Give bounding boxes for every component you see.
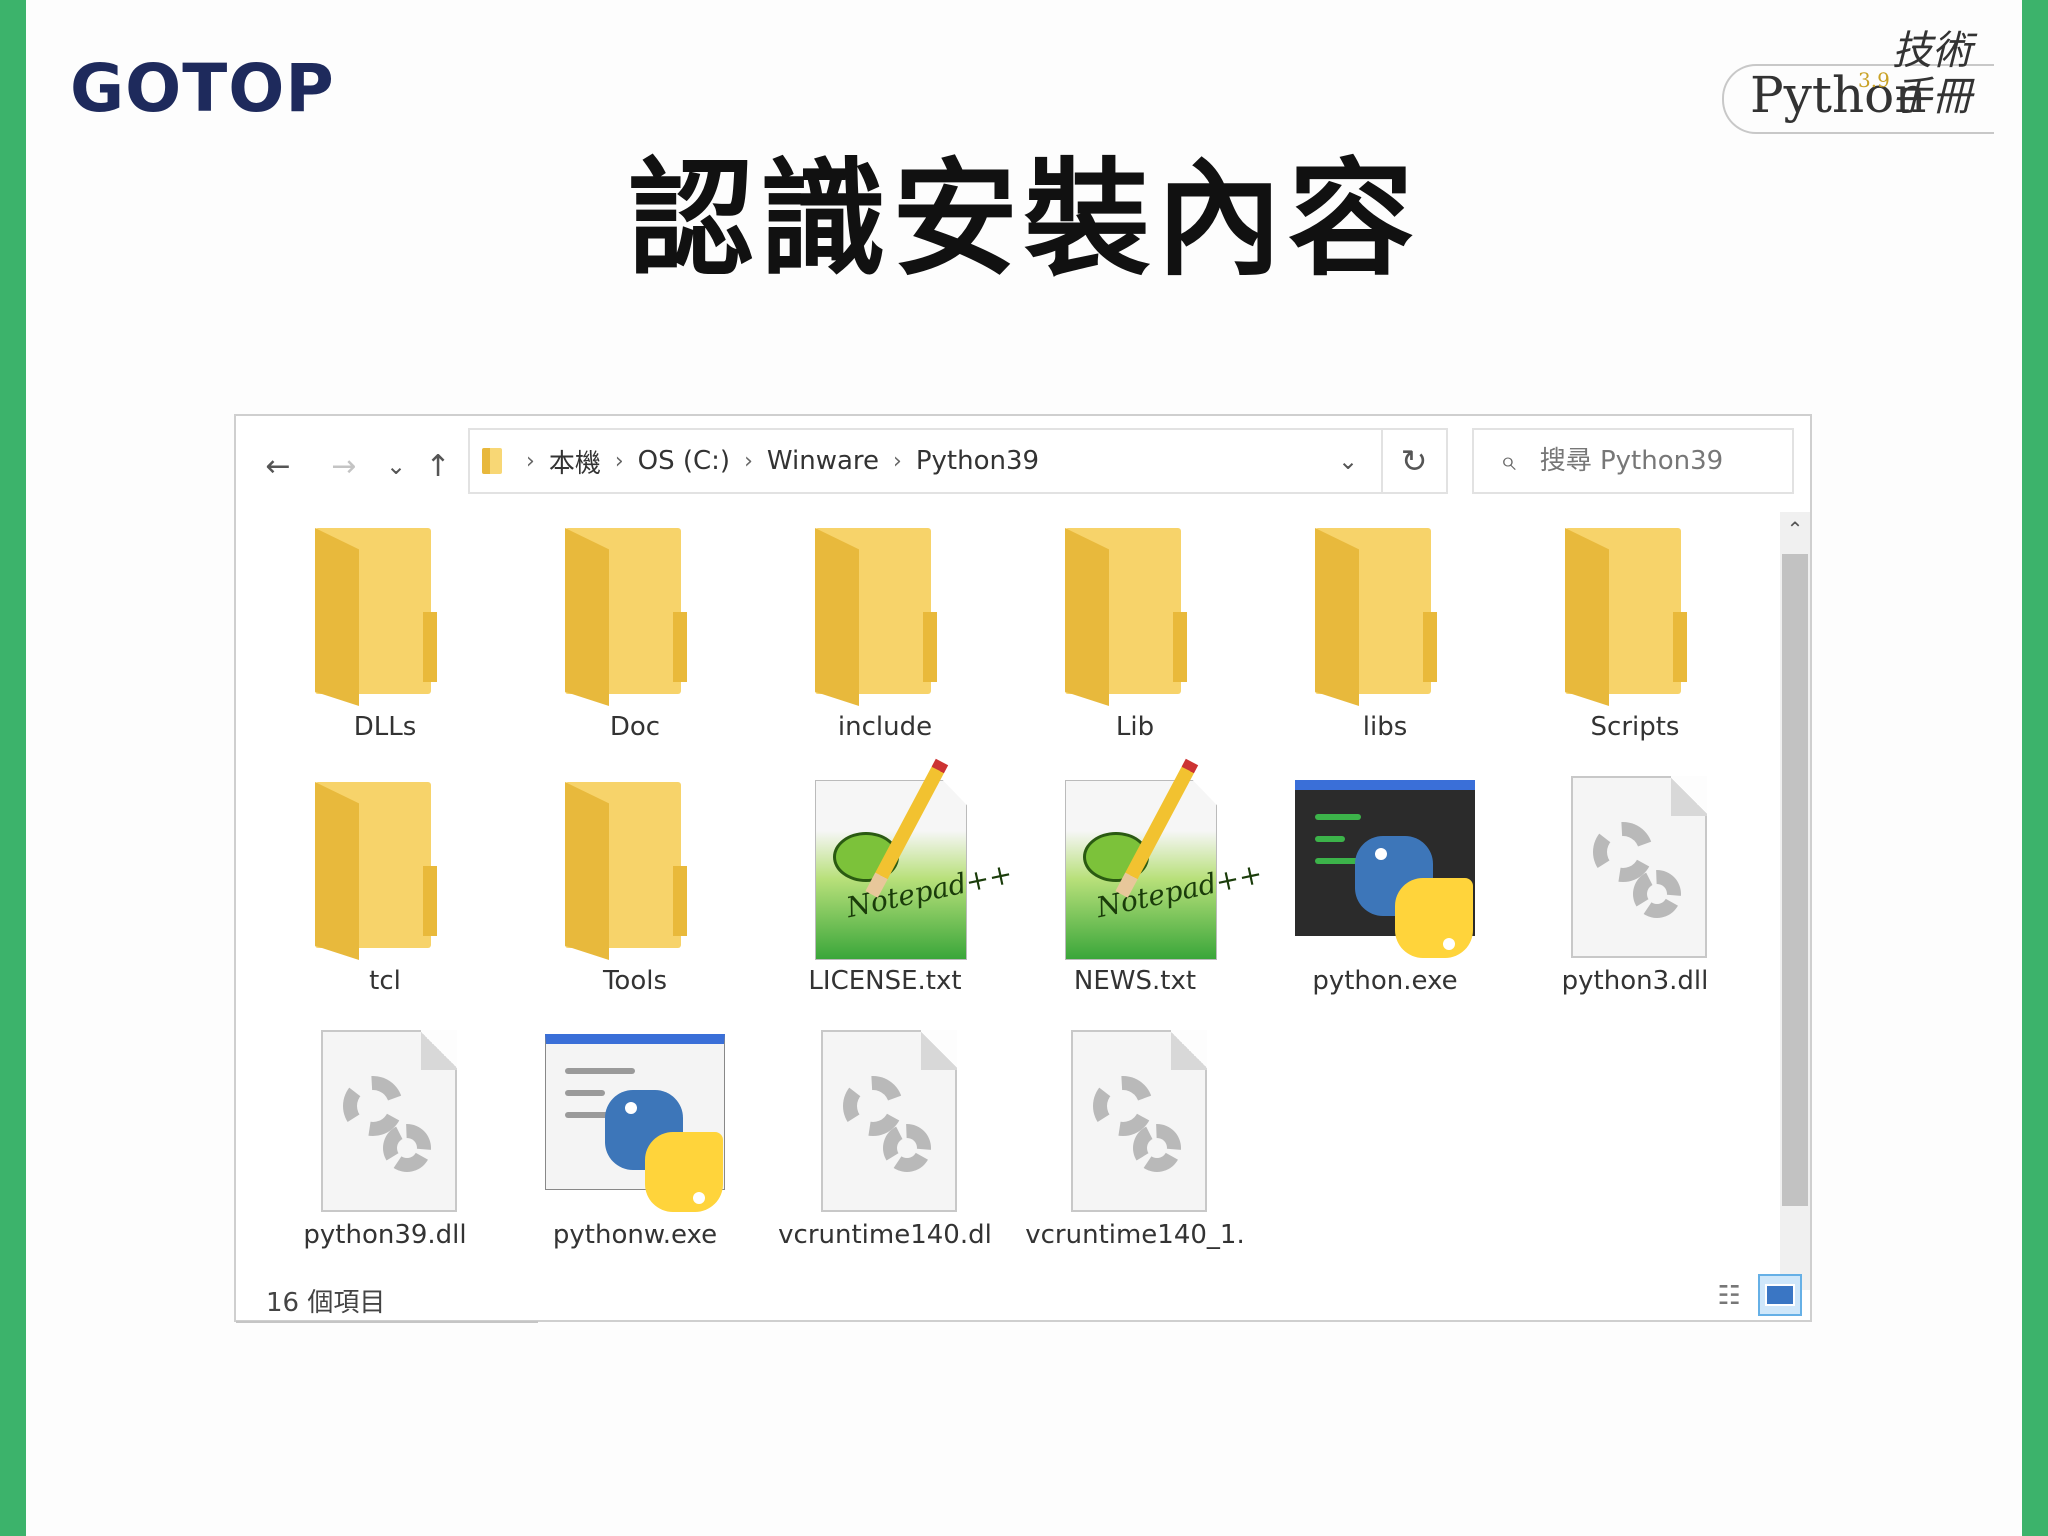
large-icons-view-icon[interactable]	[1758, 1274, 1802, 1316]
slide-title: 認識安裝內容	[628, 146, 1420, 293]
file-item-label: vcruntime140_1.	[1025, 1220, 1245, 1250]
file-item[interactable]: Notepad++ LICENSE.txt	[760, 758, 1015, 1020]
file-item[interactable]: vcruntime140.dl	[760, 1020, 1010, 1274]
file-item[interactable]: libs	[1260, 512, 1510, 766]
file-item-label: python3.dll	[1561, 966, 1709, 996]
search-icon: ⌕	[1500, 444, 1516, 477]
recent-locations-chevron-icon[interactable]: ⌄	[376, 446, 416, 486]
breadcrumb-this-pc[interactable]: 本機	[549, 443, 601, 480]
file-item[interactable]: python39.dll	[260, 1020, 510, 1274]
file-item-label: LICENSE.txt	[808, 966, 962, 996]
folder-icon	[785, 516, 985, 706]
folder-icon	[1035, 516, 1235, 706]
chevron-right-icon[interactable]: ›	[893, 449, 902, 474]
notepad-plus-plus-icon: Notepad++	[785, 758, 1015, 960]
file-item-label: DLLs	[353, 712, 417, 742]
badge-subtitle: 技術手冊	[1892, 28, 1972, 120]
folder-icon	[482, 448, 502, 474]
file-item-label: include	[837, 712, 933, 742]
search-box[interactable]: ⌕	[1472, 428, 1794, 494]
file-item[interactable]: include	[760, 512, 1010, 766]
search-input[interactable]	[1537, 445, 1762, 477]
status-divider	[236, 1321, 538, 1323]
dll-gear-icon	[285, 1024, 485, 1214]
address-bar[interactable]: › 本機 › OS (C:) › Winware › Python39 ⌄	[468, 428, 1383, 494]
file-item-label: Scripts	[1590, 712, 1680, 742]
folder-icon	[1535, 516, 1735, 706]
file-item[interactable]: python.exe	[1260, 766, 1510, 1020]
refresh-icon[interactable]: ↻	[1382, 428, 1448, 494]
gotop-logo: GOTOP	[70, 50, 335, 127]
file-item[interactable]: vcruntime140_1.	[1010, 1020, 1260, 1274]
file-item-label: pythonw.exe	[552, 1220, 718, 1250]
file-item[interactable]: Notepad++ NEWS.txt	[1010, 758, 1265, 1020]
dll-gear-icon	[1535, 770, 1735, 960]
file-item-label: Tools	[602, 966, 668, 996]
file-item-label: tcl	[369, 966, 401, 996]
chevron-right-icon[interactable]: ›	[744, 449, 753, 474]
address-history-chevron-down-icon[interactable]: ⌄	[1315, 430, 1381, 492]
item-count-status: 16 個項目	[266, 1288, 386, 1318]
back-arrow-icon[interactable]: ←	[258, 446, 298, 486]
notepad-plus-plus-icon: Notepad++	[1035, 758, 1265, 960]
scroll-up-chevron-icon[interactable]: ⌃	[1780, 512, 1810, 546]
breadcrumb-os-drive[interactable]: OS (C:)	[638, 446, 730, 476]
file-item-label: python.exe	[1312, 966, 1458, 996]
python-window-icon	[535, 1024, 735, 1214]
file-explorer-window: ← → ⌄ ↑ › 本機 › OS (C:) › Winware › Pytho…	[234, 414, 1812, 1323]
file-item-label: NEWS.txt	[1073, 966, 1197, 996]
file-item-label: vcruntime140.dl	[778, 1220, 992, 1250]
breadcrumb-python39[interactable]: Python39	[916, 446, 1039, 476]
file-item[interactable]: Tools	[510, 766, 760, 1020]
file-item[interactable]: DLLs	[260, 512, 510, 766]
file-item[interactable]: tcl	[260, 766, 510, 1020]
file-item[interactable]: pythonw.exe	[510, 1020, 760, 1274]
details-view-icon[interactable]: ☷	[1712, 1280, 1746, 1312]
folder-icon	[1285, 516, 1485, 706]
file-item-label: Lib	[1115, 712, 1155, 742]
chevron-right-icon: ›	[526, 448, 535, 474]
dll-gear-icon	[785, 1024, 985, 1214]
badge-version: 3.9	[1858, 68, 1890, 92]
file-item-label: libs	[1362, 712, 1408, 742]
breadcrumb-winware[interactable]: Winware	[767, 446, 879, 476]
dll-gear-icon	[1035, 1024, 1235, 1214]
python-console-icon	[1285, 770, 1485, 960]
folder-icon	[535, 516, 735, 706]
folder-icon	[285, 770, 485, 960]
file-item[interactable]: Scripts	[1510, 512, 1760, 766]
folder-icon	[535, 770, 735, 960]
file-item-label: Doc	[609, 712, 661, 742]
up-arrow-icon[interactable]: ↑	[418, 446, 458, 486]
file-item[interactable]: Doc	[510, 512, 760, 766]
vertical-scrollbar[interactable]: ⌃ ⌄	[1780, 512, 1810, 1290]
folder-icon	[285, 516, 485, 706]
forward-arrow-icon[interactable]: →	[324, 446, 364, 486]
scroll-thumb[interactable]	[1782, 554, 1808, 1206]
file-item[interactable]: Lib	[1010, 512, 1260, 766]
chevron-right-icon[interactable]: ›	[615, 449, 624, 474]
file-item-label: python39.dll	[303, 1220, 467, 1250]
file-item[interactable]: python3.dll	[1510, 766, 1760, 1020]
file-grid: DLLs Doc include Lib libs Scripts tcl Tools Note…	[260, 512, 1760, 1252]
